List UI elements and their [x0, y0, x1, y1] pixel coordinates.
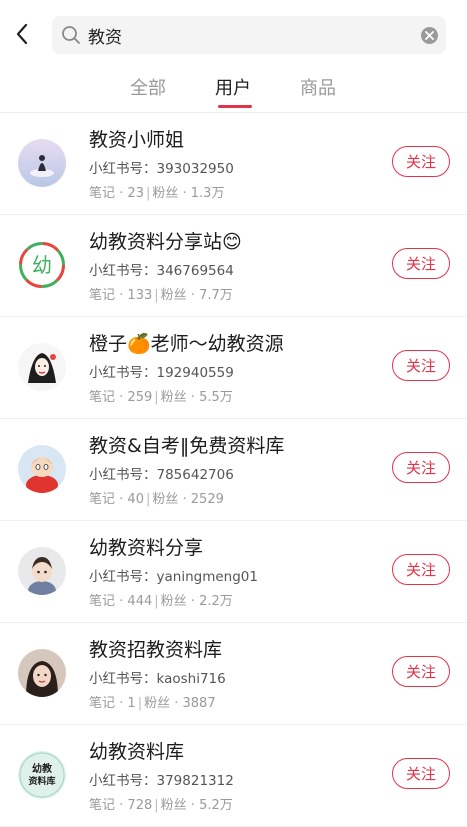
user-name[interactable]: 教资招教资料库 [89, 635, 222, 662]
search-input[interactable] [88, 16, 388, 54]
avatar[interactable] [18, 649, 66, 697]
user-stats: 笔记 · 728 | 粉丝 · 5.2万 [89, 798, 233, 813]
follow-button[interactable]: 关注 [392, 146, 450, 177]
user-id: 小红书号：346769564 [89, 263, 234, 279]
user-row[interactable]: 幼教 资料库 幼教资料库 小红书号：379821312 笔记 · 728 | 粉丝 … [0, 725, 467, 827]
user-name[interactable]: 教资&自考‖免费资料库 [89, 431, 284, 458]
user-stats: 笔记 · 444 | 粉丝 · 2.2万 [89, 594, 233, 609]
top-bar [0, 0, 467, 68]
user-stats: 笔记 · 1 | 粉丝 · 3887 [89, 696, 216, 711]
clear-search-button[interactable] [421, 27, 438, 44]
tab-products[interactable]: 商品 [288, 74, 348, 100]
avatar[interactable]: 幼教 资料库 [18, 751, 66, 799]
user-stats: 笔记 · 133 | 粉丝 · 7.7万 [89, 288, 233, 303]
user-id: 小红书号：yaningmeng01 [89, 569, 258, 585]
user-id: 小红书号：393032950 [89, 161, 234, 177]
follow-button[interactable]: 关注 [392, 350, 450, 381]
user-name[interactable]: 橙子🍊老师～幼教资源 [89, 329, 284, 356]
user-stats: 笔记 · 40 | 粉丝 · 2529 [89, 492, 224, 507]
avatar[interactable] [18, 547, 66, 595]
user-row[interactable]: 幼教资料分享 小红书号：yaningmeng01 笔记 · 444 | 粉丝 · 2… [0, 521, 467, 623]
tab-all[interactable]: 全部 [118, 74, 178, 100]
follow-button[interactable]: 关注 [392, 656, 450, 687]
user-row[interactable]: 教资&自考‖免费资料库 小红书号：785642706 笔记 · 40 | 粉丝 · … [0, 419, 467, 521]
follow-button[interactable]: 关注 [392, 554, 450, 585]
user-row[interactable]: 橙子🍊老师～幼教资源 小红书号：192940559 笔记 · 259 | 粉丝 · … [0, 317, 467, 419]
follow-button[interactable]: 关注 [392, 758, 450, 789]
user-name[interactable]: 幼教资料分享 [89, 533, 203, 560]
user-id: 小红书号：379821312 [89, 773, 234, 789]
user-name[interactable]: 教资小师姐 [89, 125, 184, 152]
avatar[interactable] [18, 343, 66, 391]
back-button[interactable] [10, 20, 34, 48]
user-name[interactable]: 幼教资料分享站😊 [89, 227, 242, 254]
user-list: 教资小师姐 小红书号：393032950 笔记 · 23 | 粉丝 · 1.3万 关… [0, 113, 467, 827]
follow-button[interactable]: 关注 [392, 248, 450, 279]
user-stats: 笔记 · 259 | 粉丝 · 5.5万 [89, 390, 233, 405]
avatar-badge-text: 幼教 [32, 762, 53, 775]
user-id: 小红书号：785642706 [89, 467, 234, 483]
user-stats: 笔记 · 23 | 粉丝 · 1.3万 [89, 186, 225, 201]
user-id: 小红书号：kaoshi716 [89, 671, 226, 687]
chevron-left-icon [16, 23, 28, 45]
search-icon [62, 26, 80, 44]
follow-button[interactable]: 关注 [392, 452, 450, 483]
avatar-badge-text: 幼 [32, 253, 52, 277]
avatar[interactable]: 幼 [18, 241, 66, 289]
tab-users[interactable]: 用户 [203, 74, 263, 100]
avatar-badge-text: 资料库 [28, 775, 55, 787]
avatar[interactable] [18, 139, 66, 187]
search-bar[interactable] [52, 16, 446, 54]
user-id: 小红书号：192940559 [89, 365, 234, 381]
user-row[interactable]: 教资招教资料库 小红书号：kaoshi716 笔记 · 1 | 粉丝 · 3887 … [0, 623, 467, 725]
close-icon [425, 31, 434, 40]
user-name[interactable]: 幼教资料库 [89, 737, 184, 764]
user-row[interactable]: 教资小师姐 小红书号：393032950 笔记 · 23 | 粉丝 · 1.3万 关… [0, 113, 467, 215]
active-tab-indicator [218, 105, 252, 108]
avatar[interactable] [18, 445, 66, 493]
user-row[interactable]: 幼 幼教资料分享站😊 小红书号：346769564 笔记 · 133 | 粉丝 · … [0, 215, 467, 317]
